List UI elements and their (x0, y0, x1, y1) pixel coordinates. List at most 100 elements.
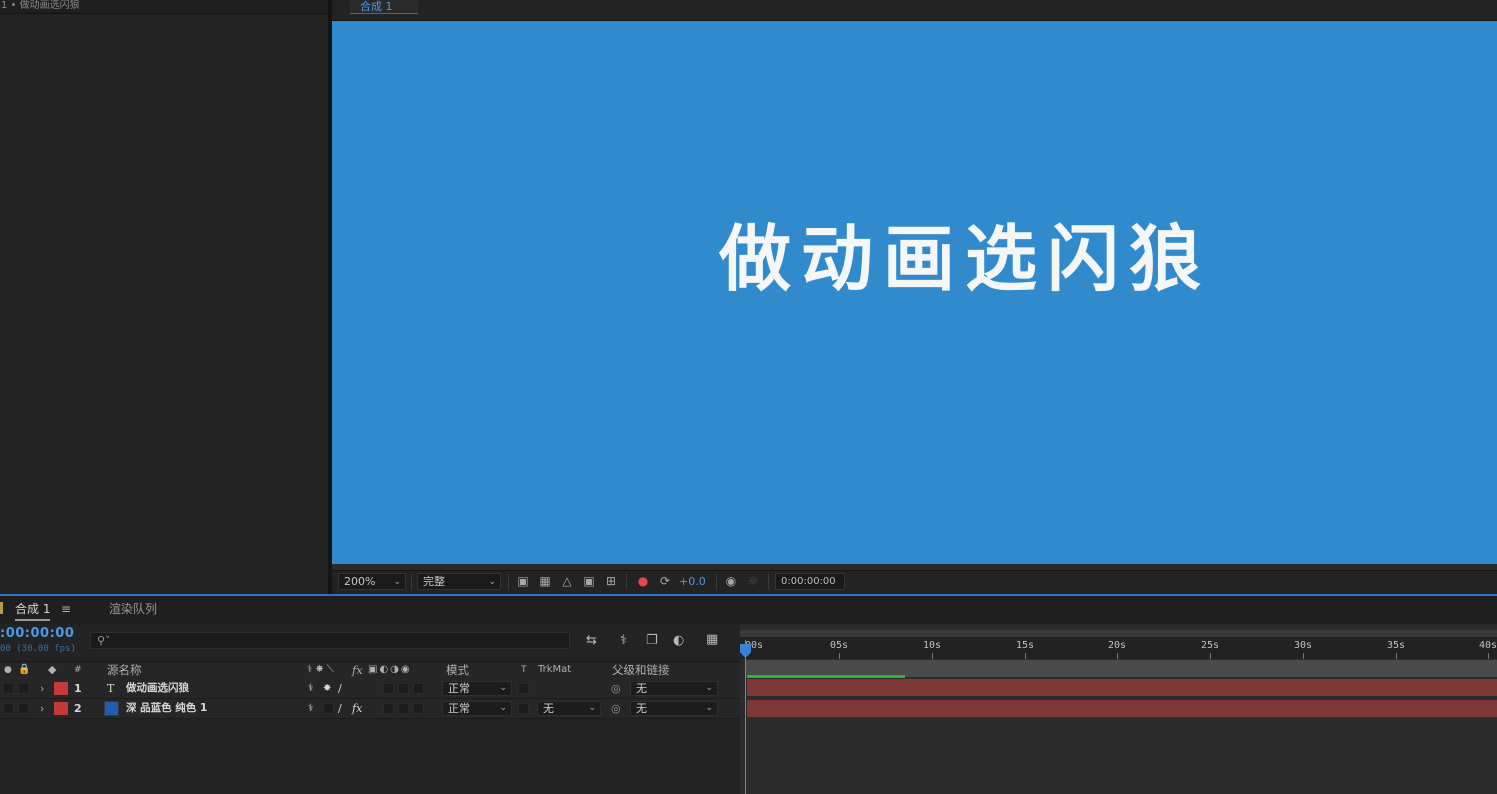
layer-row[interactable]: › 2 深 品蓝色 纯色 1 ⚕ ∕ fx 正常 ⌄ 无 ⌄ ◎ 无 ⌄ (0, 699, 740, 719)
playhead-line[interactable] (745, 640, 746, 794)
switch-box[interactable] (413, 683, 424, 694)
time-ruler[interactable]: 00s 05s 10s 15s 20s 25s 30s 35s 40s (740, 637, 1497, 659)
region-of-interest-icon[interactable]: ▣ (581, 573, 597, 589)
collapse-switch-icon[interactable]: ✸ (323, 679, 331, 698)
resolution-dropdown[interactable]: 完整 ⌄ (417, 573, 501, 590)
quality-switch-icon[interactable]: ∕ (338, 679, 342, 698)
tab-render-queue[interactable]: 渲染队列 (109, 600, 157, 618)
tick-mark (932, 653, 933, 659)
fast-preview-icon[interactable]: ▣ (515, 573, 531, 589)
timeline-tabbar: 合成 1 ≡ 渲染队列 (0, 596, 1497, 624)
switch-box[interactable] (383, 703, 394, 714)
tick-label: 20s (1108, 640, 1127, 651)
channel-icon[interactable]: ● (635, 573, 651, 589)
col-num: # (74, 665, 82, 675)
layer-mode-dropdown[interactable]: 正常 ⌄ (442, 701, 512, 716)
shy-switch-icon[interactable]: ⚕ (308, 699, 313, 718)
visibility-icon[interactable]: ● (4, 662, 12, 678)
zoom-dropdown[interactable]: 200% ⌄ (338, 573, 406, 590)
trkmat-value: 无 (543, 702, 554, 715)
pickwhip-icon[interactable]: ◎ (611, 699, 621, 718)
col-trkmat[interactable]: TrkMat (538, 662, 571, 678)
label-chip (0, 602, 3, 614)
switch-box[interactable] (383, 683, 394, 694)
tick-mark (1025, 653, 1026, 659)
switch-box[interactable] (398, 683, 409, 694)
chevron-right-icon[interactable]: › (40, 699, 44, 718)
tick-label: 35s (1387, 640, 1406, 651)
switch-box[interactable] (413, 703, 424, 714)
divider (626, 574, 627, 590)
tick-mark (1396, 653, 1397, 659)
time-navigator[interactable] (740, 630, 1497, 637)
shy-switch-icon[interactable]: ⚕ (308, 679, 313, 698)
graph-editor-icon[interactable]: ▦ (706, 632, 718, 647)
fx-icon: fx (352, 663, 363, 677)
col-source-name[interactable]: 源名称 (107, 662, 142, 678)
frame-blending-icon[interactable]: ❐ (646, 633, 658, 648)
effects-switch-icon[interactable]: fx (352, 699, 362, 718)
preserve-transparency-switch[interactable] (518, 683, 529, 694)
tick-mark (1303, 653, 1304, 659)
tick-label: 40s (1479, 640, 1497, 651)
motion-blur-icon[interactable]: ◐ (673, 633, 684, 648)
chevron-right-icon[interactable]: › (40, 679, 44, 698)
tab-composition[interactable]: 合成 1 (350, 0, 418, 14)
tick-label: 25s (1201, 640, 1220, 651)
preserve-transparency-switch[interactable] (518, 703, 529, 714)
parent-dropdown[interactable]: 无 ⌄ (630, 701, 718, 716)
layer-index: 1 (74, 682, 82, 695)
tick-mark (1117, 653, 1118, 659)
layer-duration-bar[interactable] (747, 700, 1497, 717)
viewer-tabbar (332, 0, 1497, 21)
tick-mark (1210, 653, 1211, 659)
mask-visibility-icon[interactable]: △ (559, 573, 575, 589)
tick-label: 10s (923, 640, 942, 651)
trkmat-dropdown[interactable]: 无 ⌄ (537, 701, 601, 716)
video-switch[interactable] (3, 703, 14, 714)
lock-switch[interactable] (18, 683, 29, 694)
layer-name[interactable]: 深 品蓝色 纯色 1 (126, 699, 207, 718)
tab-menu-icon[interactable]: ≡ (61, 600, 71, 618)
quality-switch-icon[interactable]: ∕ (338, 699, 342, 718)
divider (768, 574, 769, 590)
shy-layers-icon[interactable]: ⚕ (620, 633, 627, 648)
col-parent[interactable]: 父级和链接 (612, 662, 670, 678)
tick-label: 05s (830, 640, 849, 651)
zoom-value: 200% (344, 575, 376, 588)
viewer-timecode[interactable]: 0:00:00:00 (775, 573, 845, 590)
switch-box[interactable] (323, 703, 334, 714)
switches-icon: ▣◐◑◉ (368, 664, 412, 675)
project-panel (0, 0, 328, 594)
divider (716, 574, 717, 590)
show-snapshot-icon[interactable]: ☼ (745, 573, 761, 589)
label-tag-icon[interactable]: ◆ (48, 662, 56, 678)
video-switch[interactable] (3, 683, 14, 694)
layer-mode-dropdown[interactable]: 正常 ⌄ (442, 681, 512, 696)
transparency-grid-icon[interactable]: ▦ (537, 573, 553, 589)
tick-mark (1488, 653, 1489, 659)
tick-label: 15s (1016, 640, 1035, 651)
exposure-value[interactable]: +0.0 (679, 575, 706, 588)
tab-comp-1[interactable]: 合成 1 (15, 600, 51, 621)
layer-search-input[interactable]: ⚲˅ (90, 632, 570, 649)
project-tab[interactable]: 1 • 做动画选闪狼 (0, 0, 328, 14)
comp-flowchart-icon[interactable]: ⇆ (586, 633, 597, 648)
current-time[interactable]: :00:00:00 (0, 626, 74, 641)
grid-guides-icon[interactable]: ⊞ (603, 573, 619, 589)
camera-snapshot-icon[interactable]: ◉ (723, 573, 739, 589)
layer-duration-bar[interactable] (747, 679, 1497, 696)
col-mode[interactable]: 模式 (446, 662, 469, 678)
lock-icon[interactable]: 🔒 (18, 662, 30, 678)
layer-label-color[interactable] (54, 682, 68, 695)
parent-dropdown[interactable]: 无 ⌄ (630, 681, 718, 696)
pickwhip-icon[interactable]: ◎ (611, 679, 621, 698)
layer-label-color[interactable] (54, 702, 68, 715)
layer-name[interactable]: 做动画选闪狼 (126, 679, 189, 698)
layer-row[interactable]: › 1 T 做动画选闪狼 ⚕ ✸ ∕ 正常 ⌄ ◎ 无 ⌄ (0, 679, 740, 699)
lock-switch[interactable] (18, 703, 29, 714)
exposure-reset-icon[interactable]: ⟳ (657, 573, 673, 589)
render-cache-indicator (747, 675, 905, 678)
switch-box[interactable] (398, 703, 409, 714)
chevron-down-icon: ⌄ (488, 577, 496, 587)
